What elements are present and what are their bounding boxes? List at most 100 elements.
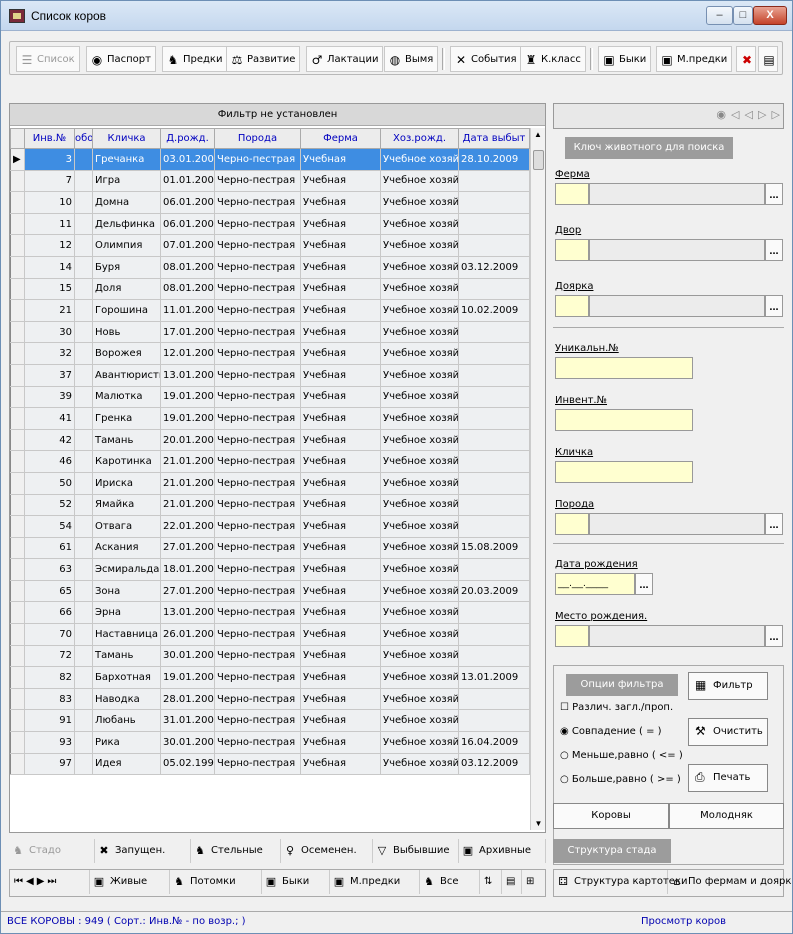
all-button[interactable]: ♞ Все <box>420 870 480 894</box>
card-structure-button[interactable]: ⚃ Структура картотеки <box>554 870 688 894</box>
table-row[interactable]: 70Наставница26.01.2007Черно-пестраяУчебн… <box>10 623 530 646</box>
events-button[interactable]: ✕ События <box>450 46 522 72</box>
table-scrollbar[interactable]: ▲ ▼ <box>530 128 545 830</box>
by-farm-button[interactable]: ⌂По фермам и дояркам <box>668 870 793 894</box>
table-row[interactable]: 54 Отвага22.01.2007Черно-пестраяУчебнаяУч… <box>10 515 530 538</box>
farm-lookup-button[interactable]: ... <box>765 183 783 205</box>
record-navigator[interactable]: ⏮◀▶⏭ <box>10 870 90 894</box>
report-button[interactable]: ▤ <box>502 870 522 894</box>
offspring-button[interactable]: ♞ Потомки <box>170 870 262 894</box>
table-row[interactable]: 91 Любань31.01.2007Черно-пестраяУчебнаяУч… <box>10 709 530 733</box>
class-button[interactable]: ♜ К.класс <box>520 46 586 72</box>
table-row[interactable]: 42 Тамань20.01.2007Черно-пестраяУчебнаяУч… <box>10 428 530 452</box>
bottom-bulls-button[interactable]: ▣ Быки <box>262 870 330 894</box>
table-row[interactable]: 97 Идея05.02.1999Черно-пестраяУчебнаяУчеб… <box>10 752 530 776</box>
table-row[interactable]: 21 Горошина11.01.2007Черно-пестраяУчебная… <box>10 299 530 322</box>
bulls-button[interactable]: ▣ Быки <box>598 46 652 72</box>
table-row[interactable]: 52 Ямайка21.01.2007Черно-пестраяУчебнаяУч… <box>10 493 530 517</box>
invent-no-input[interactable] <box>555 409 693 431</box>
yard-lookup-button[interactable]: ... <box>765 239 783 261</box>
table-row[interactable]: ▶3 Гречанка03.01.2005Черно-пестраяУчебная… <box>10 148 530 171</box>
header-nickname[interactable]: Кличка <box>92 128 161 149</box>
alive-button[interactable]: ▣ Живые <box>90 870 170 894</box>
scroll-thumb[interactable] <box>533 150 544 170</box>
table-row[interactable]: 46 Каротинка21.01.2007Черно-пестраяУчебна… <box>10 450 530 473</box>
table-row[interactable]: 50 Ириска21.01.2007Черно-пестраяУчебнаяУч… <box>10 471 530 495</box>
tab-young[interactable]: Молодняк <box>669 803 784 829</box>
more-equal-radio[interactable]: ○ Больше,равно ( >= ) <box>560 774 681 785</box>
table-row[interactable]: 10 Домна06.01.2007Черно-пестраяУчебнаяУче… <box>10 191 530 214</box>
farm-code-input[interactable] <box>555 183 589 205</box>
table-row[interactable]: 83 Наводка28.01.2003Черно-пестраяУчебнаяУ… <box>10 687 530 711</box>
header-leave-date[interactable]: Дата выбыт <box>458 128 530 149</box>
maternal-ancestors-button[interactable]: ▣ М.предки <box>656 46 733 72</box>
nickname-input[interactable] <box>555 461 693 483</box>
table-row[interactable]: 37Авантюристка13.01.2005Черно-пестраяУче… <box>10 363 530 387</box>
bottom-maternal-button[interactable]: ▣ М.предки <box>330 870 420 894</box>
last-record-icon[interactable]: ⏭ <box>47 876 59 887</box>
table-row[interactable]: 15 Доля08.01.2007Черно-пестраяУчебнаяУчеб… <box>10 277 530 301</box>
table-row[interactable]: 65 Зона27.01.2007Черно-пестраяУчебнаяУчеб… <box>10 579 530 603</box>
case-sensitive-checkbox[interactable]: ☐ Различ. загл./проп. <box>560 702 673 713</box>
close-button[interactable]: X <box>753 6 787 25</box>
minimize-button[interactable]: – <box>706 6 733 25</box>
sort-button[interactable]: ⇅ <box>480 870 502 894</box>
herd-button[interactable]: ♞ Стадо <box>9 839 95 863</box>
filter-button[interactable]: ▦ Фильтр <box>688 672 768 700</box>
header-inv-no[interactable]: Инв.№ <box>24 128 75 149</box>
first-record-icon[interactable]: ⏮ <box>14 876 26 887</box>
table-row[interactable]: 11 Дельфинка06.01.2007Черно-пестраяУчебна… <box>10 212 530 236</box>
inseminated-button[interactable]: ♀ Осеменен. <box>281 839 373 863</box>
nav-buttons[interactable]: ◉ ◁ ◁ ▷ ▷ <box>716 108 781 121</box>
prev-record-icon[interactable]: ◀ <box>26 876 37 887</box>
breed-lookup-button[interactable]: ... <box>765 513 783 535</box>
unique-no-input[interactable] <box>555 357 693 379</box>
header-breed[interactable]: Порода <box>214 128 301 149</box>
table-row[interactable]: 39 Малютка19.01.2007Черно-пестраяУчебнаяУ… <box>10 385 530 409</box>
table-row[interactable]: 7 Игра01.01.2001Черно-пестраяУчебнаяУчебн… <box>10 169 530 193</box>
print-button[interactable]: ⎙ Печать <box>688 764 768 792</box>
less-equal-radio[interactable]: ○ Меньше,равно ( <= ) <box>560 750 683 761</box>
clear-button[interactable]: ⚒ Очистить <box>688 718 768 746</box>
birth-date-picker-button[interactable]: ... <box>635 573 653 595</box>
header-obo[interactable]: обо <box>74 128 93 149</box>
birth-place-lookup-button[interactable]: ... <box>765 625 783 647</box>
herd-structure-tab[interactable]: Структура стада <box>553 839 671 863</box>
table-row[interactable]: 12 Олимпия07.01.2007Черно-пестраяУчебнаяУ… <box>10 234 530 257</box>
header-farm[interactable]: Ферма <box>300 128 381 149</box>
table-button[interactable]: ⊞ <box>522 870 545 894</box>
milkmaid-lookup-button[interactable]: ... <box>765 295 783 317</box>
table-row[interactable]: 41 Гренка19.01.2007Черно-пестраяУчебнаяУч… <box>10 407 530 430</box>
disposed-button[interactable]: ▽ Выбывшие <box>373 839 459 863</box>
list-button[interactable]: ☰ Список <box>16 46 80 72</box>
table-row[interactable]: 72 Тамань30.01.2007Черно-пестраяУчебнаяУч… <box>10 644 530 668</box>
development-button[interactable]: ⚖ Развитие <box>226 46 301 72</box>
scroll-down-icon[interactable]: ▼ <box>531 819 546 828</box>
birth-date-input[interactable]: __.__.____ <box>555 573 635 595</box>
header-birth-date[interactable]: Д.рожд. <box>160 128 215 149</box>
table-row[interactable]: 63Эсмиральда18.01.2005Черно-пестраяУчебн… <box>10 558 530 581</box>
header-birth-farm[interactable]: Хоз.рожд. <box>380 128 459 149</box>
scroll-up-icon[interactable]: ▲ <box>531 130 545 139</box>
table-row[interactable]: 93 Рика30.01.2003Черно-пестраяУчебнаяУчеб… <box>10 731 530 754</box>
table-row[interactable]: 82 Бархотная19.01.2005Черно-пестраяУчебна… <box>10 666 530 689</box>
yard-code-input[interactable] <box>555 239 589 261</box>
match-radio[interactable]: ◉ Совпадение ( = ) <box>560 726 662 737</box>
search-key-button[interactable]: Ключ животного для поиска <box>565 137 733 159</box>
table-row[interactable]: 30 Новь17.01.2007Черно-пестраяУчебнаяУчеб… <box>10 320 530 344</box>
table-row[interactable]: 66 Эрна13.01.2001Черно-пестраяУчебнаяУчеб… <box>10 601 530 625</box>
document-button[interactable]: ▤ <box>758 46 778 72</box>
table-row[interactable]: 32 Ворожея12.01.2003Черно-пестраяУчебнаяУ… <box>10 342 530 365</box>
lactation-button[interactable]: ♂ Лактации <box>306 46 384 72</box>
tab-cows[interactable]: Коровы <box>553 803 669 829</box>
pregnant-button[interactable]: ♞ Стельные <box>191 839 281 863</box>
table-row[interactable]: 61 Аскания27.01.2007Черно-пестраяУчебнаяУ… <box>10 536 530 560</box>
breed-code-input[interactable] <box>555 513 589 535</box>
udder-button[interactable]: ◍ Вымя <box>384 46 439 72</box>
archive-button[interactable]: ▣ Архивные <box>459 839 546 863</box>
stop-button[interactable]: ✖ <box>736 46 756 72</box>
ancestors-button[interactable]: ♞ Предки <box>162 46 228 72</box>
passport-button[interactable]: ◉ Паспорт <box>86 46 156 72</box>
milkmaid-code-input[interactable] <box>555 295 589 317</box>
launched-button[interactable]: ✖ Запущен. <box>95 839 191 863</box>
